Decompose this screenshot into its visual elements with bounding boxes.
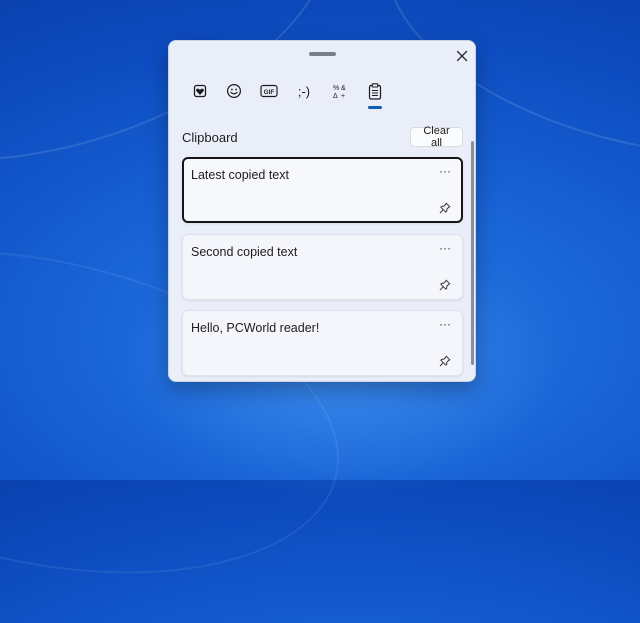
symbols-icon: % & Δ + [333,85,346,99]
pin-icon [439,355,451,367]
tab-favorites[interactable] [186,77,214,105]
clipboard-icon [368,82,382,100]
more-icon: ··· [439,164,451,178]
pin-icon [439,279,451,291]
svg-text:%: % [333,85,339,92]
clear-all-button[interactable]: Clear all [410,125,463,149]
tab-emoji[interactable] [220,77,248,105]
clipboard-heading: Clipboard [182,130,238,145]
gif-icon: GIF [260,84,278,98]
more-options-button[interactable]: ··· [434,163,456,179]
kaomoji-icon: ;-) [297,83,311,99]
svg-text:GIF: GIF [264,89,275,96]
svg-text:Δ: Δ [333,93,338,99]
close-icon [456,50,468,62]
tab-clipboard[interactable] [361,77,389,105]
more-options-button[interactable]: ··· [434,316,456,332]
heart-favorites-icon [193,84,207,98]
vertical-scrollbar[interactable] [471,141,474,365]
smiley-icon [226,83,242,99]
panel-tabs: GIF ;-) % & Δ + [169,77,475,111]
pin-icon [439,202,451,214]
more-icon: ··· [439,241,451,255]
clipboard-item[interactable]: Hello, PCWorld reader! ··· [182,310,463,376]
clipboard-item[interactable]: Latest copied text ··· [182,157,463,223]
clipboard-item[interactable]: Second copied text ··· [182,234,463,300]
clipboard-item-text: Second copied text [191,245,298,259]
svg-text:&: & [341,85,346,92]
close-button[interactable] [451,45,473,67]
emoji-clipboard-panel: GIF ;-) % & Δ + Clipboard Clear all Late… [168,40,476,382]
clipboard-item-text: Hello, PCWorld reader! [191,321,320,335]
pin-button[interactable] [437,277,453,293]
more-icon: ··· [439,317,451,331]
pin-button[interactable] [437,353,453,369]
more-options-button[interactable]: ··· [434,240,456,256]
tab-kaomoji[interactable]: ;-) [290,77,318,105]
pin-button[interactable] [437,200,453,216]
active-tab-indicator [368,106,382,109]
tab-symbols[interactable]: % & Δ + [326,77,354,105]
drag-handle[interactable] [309,52,336,56]
tab-gif[interactable]: GIF [255,77,283,105]
clipboard-item-text: Latest copied text [191,168,289,182]
svg-text:+: + [341,93,345,99]
